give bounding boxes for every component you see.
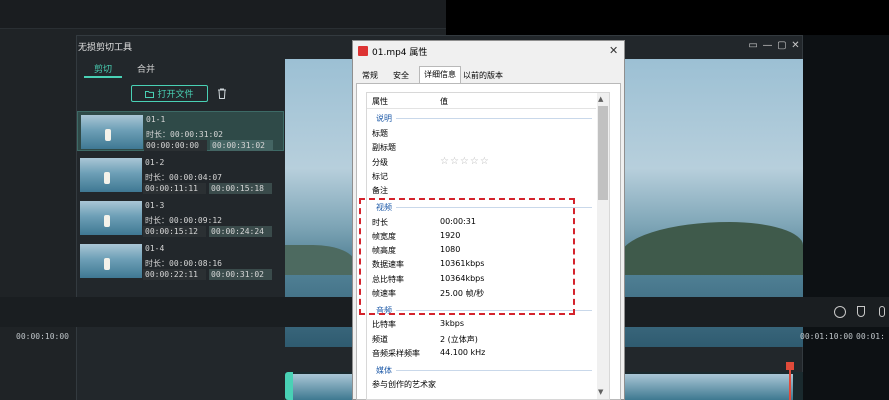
clip-end-time[interactable]: 00:00:24:24: [209, 226, 272, 237]
window-controls: ▭ — ▢ ✕: [746, 40, 802, 54]
timeline-time-label: 00:00:10:00: [16, 332, 69, 341]
open-file-button[interactable]: 打开文件: [131, 85, 208, 102]
video-file-icon: [358, 46, 368, 56]
property-label: 备注: [372, 186, 388, 195]
clip-end-time[interactable]: 00:00:31:02: [210, 140, 273, 151]
column-header-value[interactable]: 值: [440, 96, 448, 107]
clip-start-time[interactable]: 00:00:22:11: [143, 269, 206, 280]
active-tab-indicator: [84, 76, 122, 78]
clip-name: 01-4: [145, 244, 165, 253]
clip-start-time[interactable]: 00:00:00:00: [144, 140, 207, 151]
timeline-time-label: 00:01:: [856, 332, 885, 341]
trash-icon[interactable]: [217, 88, 227, 99]
tab-security[interactable]: 安全: [389, 68, 413, 83]
clip-start-time[interactable]: 00:00:15:12: [143, 226, 206, 237]
clip-thumbnail: [80, 201, 142, 235]
close-icon[interactable]: ✕: [791, 40, 799, 54]
property-label: 副标题: [372, 143, 396, 152]
dialog-title: 01.mp4 属性: [372, 48, 428, 58]
clip-duration: 时长：00:00:08:16: [145, 259, 222, 268]
property-label: 音频采样频率: [372, 349, 420, 358]
open-file-label: 打开文件: [157, 90, 194, 100]
folder-icon: [145, 90, 155, 98]
scroll-down-icon[interactable]: ▼: [598, 388, 603, 396]
property-value: 44.100 kHz: [440, 348, 486, 357]
clip-end-time[interactable]: 00:00:15:18: [209, 183, 272, 194]
clip-end-time[interactable]: 00:00:31:02: [209, 269, 272, 280]
clip-item[interactable]: 01-2 时长：00:00:04:07 00:00:11:11 00:00:15…: [77, 155, 284, 195]
clip-duration: 时长：00:00:04:07: [145, 173, 222, 182]
tab-merge[interactable]: 合并: [137, 62, 155, 75]
tab-general[interactable]: 常规: [358, 68, 382, 83]
editor-window-title: 无损剪切工具: [78, 43, 133, 53]
clip-name: 01-2: [145, 158, 165, 167]
section-divider: [396, 370, 592, 371]
property-label: 标题: [372, 129, 388, 138]
restore-icon[interactable]: ▭: [748, 40, 757, 54]
minimize-icon[interactable]: —: [762, 40, 772, 54]
clip-duration: 时长：00:00:09:12: [145, 216, 222, 225]
clip-thumbnail: [81, 115, 143, 149]
property-value: 3kbps: [440, 319, 465, 328]
timeline-trim-handle[interactable]: [285, 372, 293, 400]
property-label: 分级: [372, 158, 388, 167]
scroll-up-icon[interactable]: ▲: [598, 95, 603, 103]
property-value: 2 (立体声): [440, 335, 478, 344]
background-app-topbar: [0, 0, 446, 29]
tab-cut[interactable]: 剪切: [94, 62, 112, 75]
section-divider: [396, 118, 592, 119]
rating-stars[interactable]: ☆☆☆☆☆: [440, 156, 490, 167]
property-label: 参与创作的艺术家: [372, 380, 436, 389]
clip-item[interactable]: 01-4 时长：00:00:08:16 00:00:22:11 00:00:31…: [77, 241, 284, 281]
clip-duration: 时长：00:00:31:02: [146, 130, 223, 139]
property-label: 比特率: [372, 320, 396, 329]
playhead-handle[interactable]: [786, 362, 794, 370]
tab-details[interactable]: 详细信息: [419, 66, 461, 83]
list-header: [367, 93, 596, 109]
scrollbar-thumb[interactable]: [598, 106, 608, 200]
section-heading-description: 说明: [376, 114, 392, 123]
desktop-background: [446, 0, 889, 35]
column-header-property[interactable]: 属性: [372, 96, 388, 107]
maximize-icon[interactable]: ▢: [777, 40, 786, 54]
section-heading-media: 媒体: [376, 366, 392, 375]
clip-name: 01-1: [146, 115, 166, 124]
property-label: 标记: [372, 172, 388, 181]
timeline-time-label: 00:01:10:00: [800, 332, 853, 341]
clip-thumbnail: [80, 244, 142, 278]
clip-item[interactable]: 01-1 时长：00:00:31:02 00:00:00:00 00:00:31…: [77, 111, 284, 151]
property-label: 频道: [372, 335, 388, 344]
shield-icon[interactable]: [857, 306, 865, 317]
microphone-icon[interactable]: [879, 306, 885, 317]
close-icon[interactable]: ✕: [609, 44, 618, 57]
play-icon[interactable]: [834, 306, 846, 318]
clip-name: 01-3: [145, 201, 165, 210]
clip-thumbnail: [80, 158, 142, 192]
highlight-box: [359, 198, 575, 315]
clip-start-time[interactable]: 00:00:11:11: [143, 183, 206, 194]
clip-item[interactable]: 01-3 时长：00:00:09:12 00:00:15:12 00:00:24…: [77, 198, 284, 238]
tab-previous-versions[interactable]: 以前的版本: [459, 68, 507, 83]
